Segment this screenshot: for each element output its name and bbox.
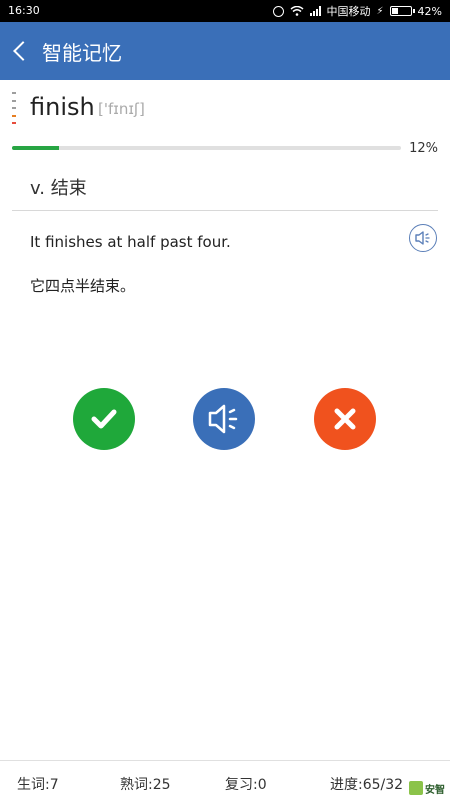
app-header: 智能记忆 — [0, 22, 450, 80]
charging-icon: ⚡ — [376, 5, 384, 17]
alarm-icon — [272, 5, 284, 17]
unknown-button[interactable] — [314, 388, 376, 450]
page-title: 智能记忆 — [42, 40, 122, 65]
watermark-text: 安智 — [425, 784, 445, 796]
status-bar: 16:30 中国移动 ⚡ 42% — [0, 0, 450, 22]
back-button[interactable] — [0, 22, 40, 80]
speaker-icon — [208, 404, 238, 434]
battery-icon — [389, 6, 415, 16]
known-words-count: 熟词:25 — [120, 777, 171, 793]
word-definition: v. 结束 — [30, 178, 87, 199]
pronounce-button[interactable] — [193, 388, 255, 450]
progress-fill — [12, 146, 59, 150]
divider — [12, 210, 438, 211]
back-chevron-icon — [13, 41, 33, 61]
footer-divider — [0, 760, 450, 761]
footer-stats: 生词:7 熟词:25 复习:0 进度:65/32 — [0, 770, 450, 800]
example-audio-button[interactable] — [409, 224, 437, 252]
new-words-count: 生词:7 — [17, 777, 59, 793]
word-text: finish — [30, 93, 95, 121]
signal-icon — [309, 6, 321, 16]
review-count: 复习:0 — [225, 777, 267, 793]
wifi-icon — [290, 6, 303, 16]
word-row: finish ['fɪnɪʃ] — [0, 88, 450, 128]
memory-level-icon — [12, 92, 16, 124]
speaker-icon — [415, 231, 430, 245]
example-sentence-en: It finishes at half past four. — [30, 233, 231, 251]
cross-icon — [334, 408, 356, 430]
progress-percent: 12% — [409, 141, 438, 156]
watermark-logo: 安智 — [407, 776, 450, 800]
overall-progress: 进度:65/32 — [330, 777, 404, 793]
status-time: 16:30 — [8, 4, 40, 17]
know-button[interactable] — [73, 388, 135, 450]
carrier-label: 中国移动 — [326, 5, 371, 18]
progress-bar — [12, 146, 401, 150]
check-icon — [91, 409, 117, 429]
example-sentence-cn: 它四点半结束。 — [30, 277, 136, 295]
status-indicators: 中国移动 ⚡ 42% — [272, 3, 442, 19]
battery-label: 42% — [417, 4, 442, 18]
word-phonetic: ['fɪnɪʃ] — [98, 100, 145, 118]
watermark-icon — [409, 781, 423, 795]
